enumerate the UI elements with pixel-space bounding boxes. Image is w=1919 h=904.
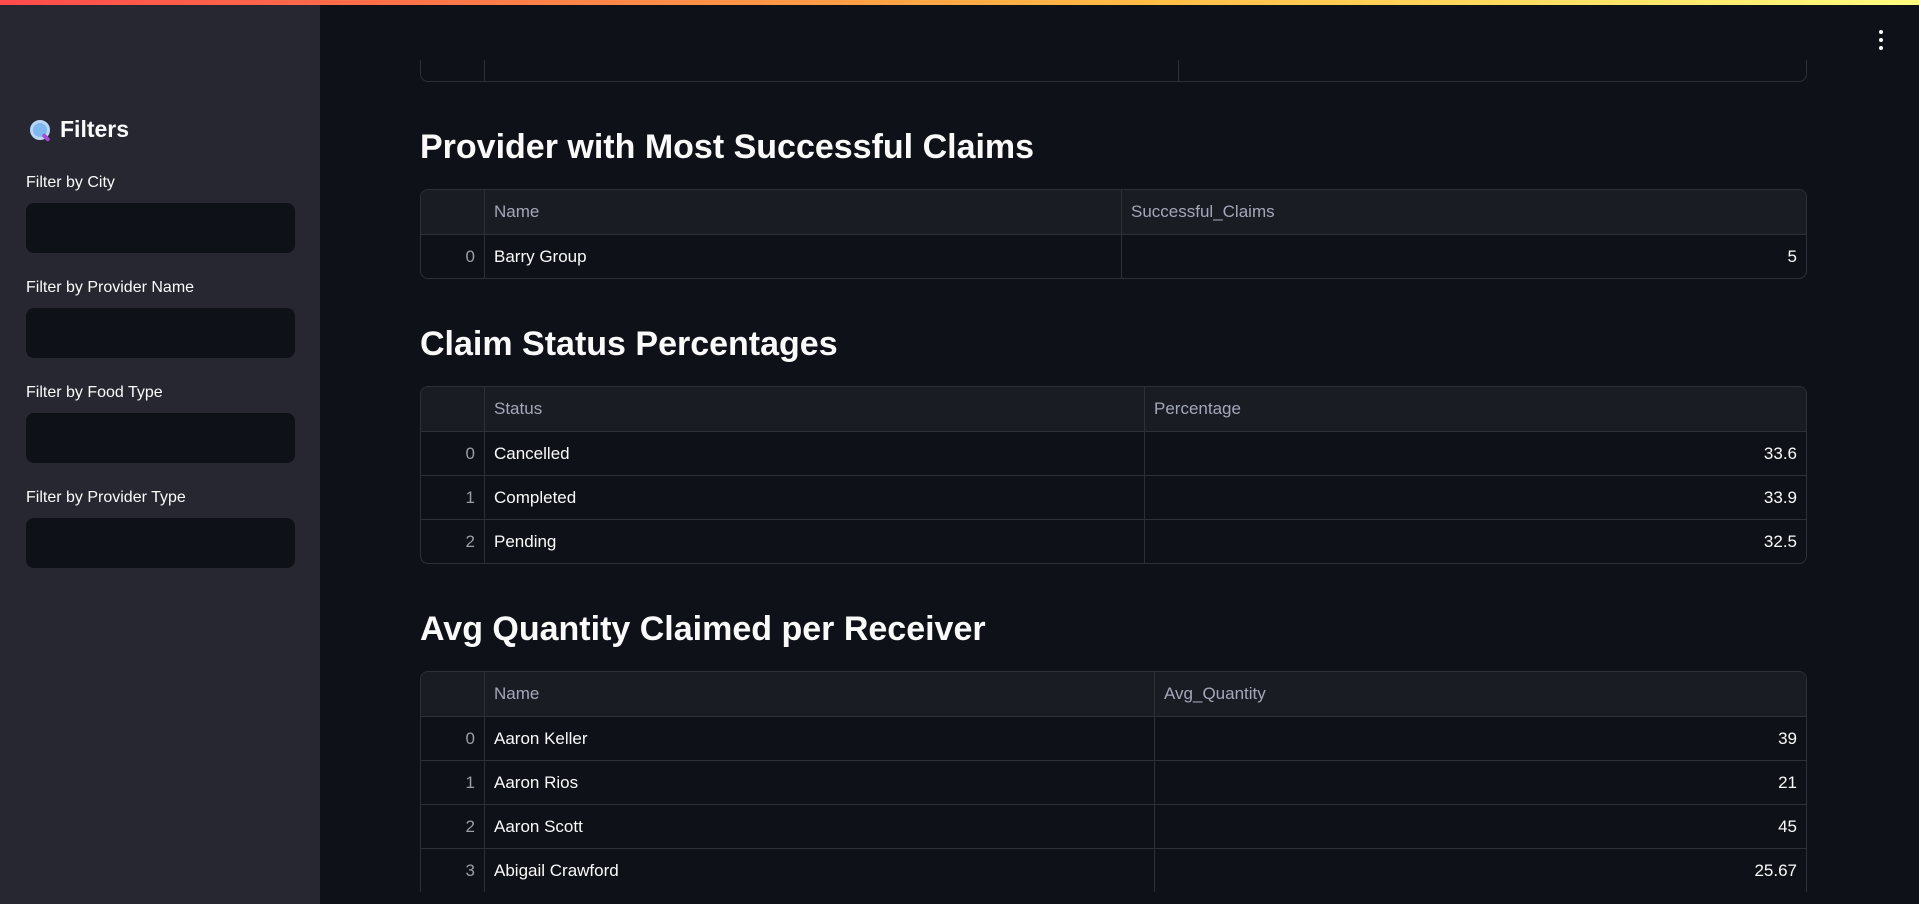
filter-provider-type: Filter by Provider Type [26,489,295,568]
menu-dot-icon [1879,38,1883,42]
filter-city-input[interactable] [26,203,295,253]
filter-provider-name-label: Filter by Provider Name [26,279,195,296]
table-row[interactable]: 0 Barry Group 5 [421,234,1806,278]
column-divider [484,60,485,82]
cell-value[interactable]: 33.9 [1144,476,1806,519]
filter-food-type: Filter by Food Type [26,384,295,463]
section-title-claim-status: Claim Status Percentages [420,325,838,363]
column-divider [1178,60,1179,82]
table-avg-quantity[interactable]: Name Avg_Quantity 0 Aaron Keller 39 1 Aa… [420,671,1807,892]
cell-status[interactable]: Pending [484,520,1144,563]
table-successful-claims[interactable]: Name Successful_Claims 0 Barry Group 5 [420,189,1807,279]
sidebar-title: Filters [28,116,129,143]
cell-name[interactable]: Abigail Crawford [484,849,1154,892]
column-header-percentage[interactable]: Percentage [1144,387,1806,431]
filter-city-label: Filter by City [26,174,115,191]
row-index: 0 [465,443,475,463]
cell-value[interactable]: 33.6 [1144,432,1806,475]
filter-food-type-label: Filter by Food Type [26,384,163,401]
cell-status[interactable]: Cancelled [484,432,1144,475]
cell-value[interactable]: 45 [1154,805,1806,848]
filter-city: Filter by City [26,174,295,253]
cell-value[interactable]: 5 [1121,235,1806,278]
table-header-row: Name Avg_Quantity [421,672,1806,716]
menu-dot-icon [1879,46,1883,50]
column-header-status[interactable]: Status [484,387,1144,431]
filter-provider-name-input[interactable] [26,308,295,358]
cell-name[interactable]: Barry Group [484,235,1121,278]
row-index: 2 [465,816,475,836]
filter-provider-name: Filter by Provider Name [26,279,295,358]
filter-provider-type-label: Filter by Provider Type [26,489,186,506]
table-row[interactable]: 0 Cancelled 33.6 [421,431,1806,475]
index-header [421,672,484,716]
row-index: 0 [465,246,475,266]
top-decoration-bar [0,0,1919,5]
magnifier-icon [28,118,52,142]
cell-name[interactable]: Aaron Scott [484,805,1154,848]
cell-status[interactable]: Completed [484,476,1144,519]
cell-name[interactable]: Aaron Keller [484,717,1154,760]
column-header-successful-claims[interactable]: Successful_Claims [1121,190,1806,234]
table-row[interactable]: 2 Aaron Scott 45 [421,804,1806,848]
cell-value[interactable]: 21 [1154,761,1806,804]
index-header [421,190,484,234]
sidebar: Filters Filter by City Filter by Provide… [0,0,320,904]
table-row[interactable]: 1 Aaron Rios 21 [421,760,1806,804]
table-header-row: Name Successful_Claims [421,190,1806,234]
filter-provider-type-input[interactable] [26,518,295,568]
row-index: 3 [465,860,475,880]
section-title-successful-claims: Provider with Most Successful Claims [420,128,1035,166]
table-header-row: Status Percentage [421,387,1806,431]
sidebar-title-text: Filters [60,116,130,142]
row-index: 1 [465,772,475,792]
filter-food-type-input[interactable] [26,413,295,463]
row-index: 2 [465,531,475,551]
previous-table-bottom [420,60,1807,82]
cell-name[interactable]: Aaron Rios [484,761,1154,804]
index-header [421,387,484,431]
cell-value[interactable]: 25.67 [1154,849,1806,892]
main-menu-button[interactable] [1877,30,1885,50]
table-row[interactable]: 2 Pending 32.5 [421,519,1806,563]
cell-value[interactable]: 32.5 [1144,520,1806,563]
row-index: 0 [465,728,475,748]
column-header-avg-quantity[interactable]: Avg_Quantity [1154,672,1806,716]
cell-value[interactable]: 39 [1154,717,1806,760]
menu-dot-icon [1879,30,1883,34]
section-title-avg-quantity: Avg Quantity Claimed per Receiver [420,610,986,648]
table-claim-status[interactable]: Status Percentage 0 Cancelled 33.6 1 Com… [420,386,1807,564]
table-row[interactable]: 0 Aaron Keller 39 [421,716,1806,760]
column-header-name[interactable]: Name [484,190,1121,234]
table-row[interactable]: 3 Abigail Crawford 25.67 [421,848,1806,892]
column-header-name[interactable]: Name [484,672,1154,716]
row-index: 1 [465,487,475,507]
table-row[interactable]: 1 Completed 33.9 [421,475,1806,519]
